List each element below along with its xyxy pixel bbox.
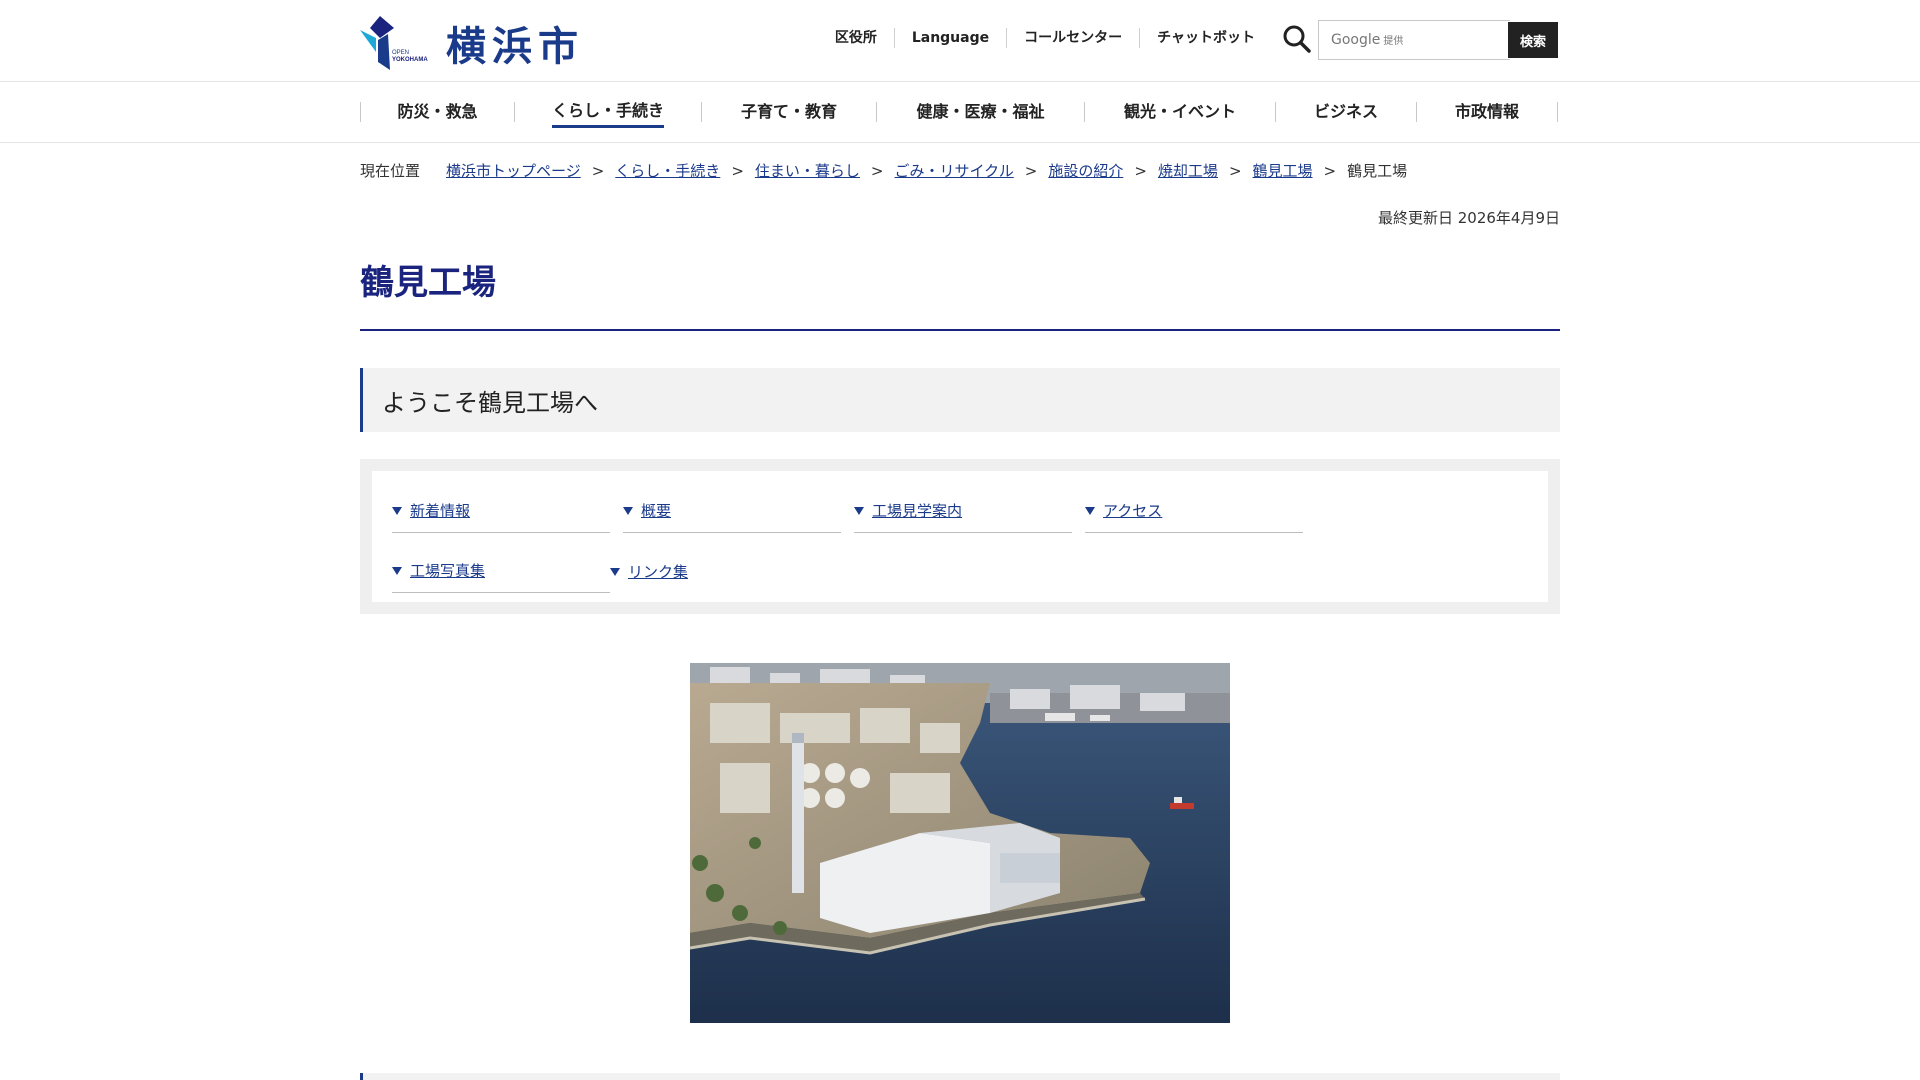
gnav-item-childcare[interactable]: 子育て・教育 [701,102,876,122]
site-header: OPEN YOKOHAMA 横浜市 区役所 Language コールセンター チ… [0,0,1920,82]
gnav-item-city-info[interactable]: 市政情報 [1416,102,1558,122]
next-section-heading [360,1073,1560,1080]
util-link-call-center[interactable]: コールセンター [1006,28,1139,48]
search-provider-label: 提供 [1383,36,1404,47]
breadcrumb-separator: > [591,161,605,180]
breadcrumb-link-top[interactable]: 横浜市トップページ [446,160,581,181]
last-updated: 最終更新日 2026年4月9日 [1377,209,1560,227]
search-icon[interactable] [1282,24,1312,54]
anchor-link-photos[interactable]: 工場写真集 [392,549,610,593]
gnav-item-tourism[interactable]: 観光・イベント [1084,102,1275,122]
utility-nav: 区役所 Language コールセンター チャットボット [818,28,1272,48]
breadcrumb-link-incineration[interactable]: 焼却工場 [1158,160,1218,181]
breadcrumb-link-housing[interactable]: 住まい・暮らし [755,160,860,181]
gnav-item-business[interactable]: ビジネス [1275,102,1416,122]
plant-aerial-photo [690,663,1230,1023]
anchor-menu: 新着情報 概要 工場見学案内 アクセス 工場写真集 リンク集 [360,459,1560,614]
triangle-down-icon [1085,507,1095,515]
section-heading: ようこそ鶴見工場へ [360,368,1560,432]
logo-city-name: 横浜市 [446,23,584,70]
breadcrumb-link-facilities[interactable]: 施設の紹介 [1048,160,1123,181]
anchor-link-access[interactable]: アクセス [1085,489,1303,533]
gnav-item-health[interactable]: 健康・医療・福祉 [876,102,1084,122]
gnav-item-living[interactable]: くらし・手続き [514,101,701,128]
anchor-link-overview[interactable]: 概要 [623,489,841,533]
breadcrumb-separator: > [731,161,744,180]
logo-yokohama-text: YOKOHAMA [392,57,428,63]
breadcrumb-separator: > [1228,161,1242,180]
triangle-down-icon [392,567,402,575]
breadcrumb-separator: > [1024,161,1038,180]
util-link-language[interactable]: Language [893,28,1006,48]
breadcrumb-label: 現在位置 [360,162,421,180]
global-nav: 防災・救急 くらし・手続き 子育て・教育 健康・医療・福祉 観光・イベント ビジ… [360,82,1560,142]
util-link-ward-office[interactable]: 区役所 [818,28,894,48]
anchor-link-links[interactable]: リンク集 [610,549,828,593]
search-input[interactable]: Google 提供 [1318,20,1510,60]
triangle-down-icon [610,567,620,576]
triangle-down-icon [392,507,402,515]
anchor-link-news[interactable]: 新着情報 [392,489,610,533]
breadcrumb-current: 鶴見工場 [1347,162,1408,180]
util-link-chatbot[interactable]: チャットボット [1139,28,1272,48]
breadcrumb-separator: > [1323,161,1337,180]
breadcrumb: 現在位置 横浜市トップページ > くらし・手続き > 住まい・暮らし > ごみ・… [360,160,1407,181]
breadcrumb-link-living[interactable]: くらし・手続き [615,160,720,181]
site-logo[interactable]: OPEN YOKOHAMA 横浜市 [360,14,584,72]
search-provider-google: Google [1331,32,1381,48]
breadcrumb-separator: > [1134,161,1147,180]
breadcrumb-separator: > [870,161,884,180]
yokohama-logo-icon: OPEN YOKOHAMA [360,16,428,70]
title-divider [360,329,1560,331]
logo-open-text: OPEN [392,50,409,56]
breadcrumb-link-tsurumi[interactable]: 鶴見工場 [1253,160,1313,181]
anchor-link-tour[interactable]: 工場見学案内 [854,489,1072,533]
triangle-down-icon [623,507,633,515]
triangle-down-icon [854,507,864,515]
breadcrumb-link-recycle[interactable]: ごみ・リサイクル [894,160,1013,181]
page-title: 鶴見工場 [360,263,496,303]
search-button[interactable]: 検索 [1508,22,1558,58]
gnav-item-disaster[interactable]: 防災・救急 [360,102,514,122]
